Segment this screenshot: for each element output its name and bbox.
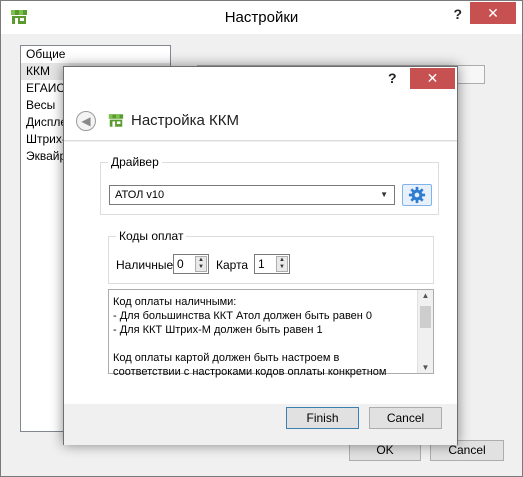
info-line: соответствии с настроками кодов оплаты к…	[113, 366, 387, 378]
back-arrow-icon[interactable]: ◀	[76, 111, 96, 131]
info-scrollbar[interactable]: ▲ ▼	[417, 290, 433, 373]
driver-select-value: АТОЛ v10	[115, 189, 165, 201]
cash-code-label: Наличные	[116, 258, 174, 272]
card-code-stepper[interactable]: 1 ▲ ▼	[254, 254, 290, 274]
info-line: Код оплаты картой должен быть настроем в	[113, 352, 340, 364]
info-line	[113, 337, 413, 351]
dialog-close-button[interactable]: ✕	[410, 68, 455, 89]
stepper-arrows-icon[interactable]: ▲ ▼	[276, 256, 288, 272]
scroll-down-icon[interactable]: ▼	[418, 363, 433, 372]
dialog-help-button[interactable]: ?	[388, 70, 397, 86]
store-icon	[108, 114, 124, 127]
driver-group: Драйвер АТОЛ v10 ▼	[100, 155, 439, 215]
finish-button[interactable]: Finish	[286, 407, 359, 429]
cash-code-stepper[interactable]: 0 ▲ ▼	[173, 254, 209, 274]
info-line: - Для большинства ККТ Атол должен быть р…	[113, 310, 373, 322]
scroll-thumb[interactable]	[420, 306, 431, 328]
dialog-header: ◀ Настройка ККМ	[64, 91, 457, 141]
info-text: Код оплаты наличными: - Для большинства …	[113, 295, 413, 379]
settings-titlebar: Настройки ? ✕	[1, 1, 522, 34]
info-line: Код оплаты наличными:	[113, 296, 237, 308]
driver-select[interactable]: АТОЛ v10 ▼	[109, 185, 395, 205]
card-code-value: 1	[258, 257, 265, 271]
payment-codes-group-title: Коды оплат	[116, 229, 187, 243]
help-button[interactable]: ?	[453, 6, 462, 22]
gear-icon	[408, 186, 426, 204]
payment-codes-info-box[interactable]: Код оплаты наличными: - Для большинства …	[108, 289, 434, 378]
kkm-settings-dialog: ? ✕ ◀ Настройка ККМ Драйвер АТОЛ v10 ▼ К…	[63, 66, 458, 445]
dialog-cancel-button[interactable]: Cancel	[369, 407, 442, 429]
card-code-label: Карта	[216, 258, 249, 272]
driver-settings-button[interactable]	[402, 184, 432, 206]
dialog-titlebar: ? ✕	[64, 67, 457, 91]
driver-group-title: Драйвер	[108, 155, 162, 169]
chevron-down-icon: ▼	[380, 190, 388, 199]
dialog-title: Настройка ККМ	[131, 112, 239, 129]
stepper-arrows-icon[interactable]: ▲ ▼	[195, 256, 207, 272]
payment-codes-group: Коды оплат Наличные 0 ▲ ▼ Карта 1 ▲ ▼	[108, 229, 434, 284]
cash-code-value: 0	[177, 257, 184, 271]
scroll-up-icon[interactable]: ▲	[418, 291, 433, 300]
settings-window-title: Настройки	[224, 9, 299, 26]
info-line: - Для ККТ Штрих-М должен быть равен 1	[113, 324, 323, 336]
close-window-button[interactable]: ✕	[470, 2, 516, 24]
category-item-general[interactable]: Общие	[21, 46, 170, 63]
